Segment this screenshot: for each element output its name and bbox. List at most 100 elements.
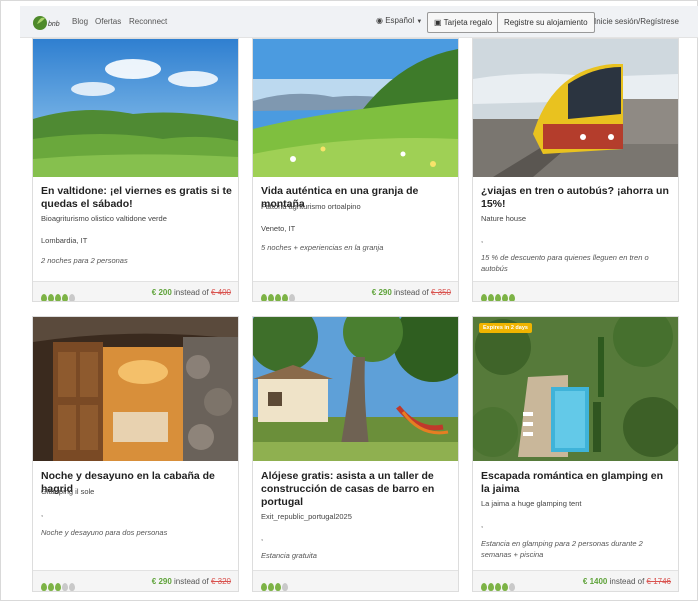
leaf-icon: [48, 583, 54, 591]
offer-description: Noche y desayuno para dos personas: [41, 528, 168, 537]
register-property-button[interactable]: Registre su alojamiento: [497, 12, 595, 33]
offer-image[interactable]: [253, 39, 458, 177]
offer-description: 15 % de descuento para quienes lleguen e…: [481, 253, 649, 273]
leaf-icon: [509, 583, 515, 591]
globe-icon: ◉: [376, 16, 383, 25]
price-instead-of: instead of: [609, 577, 645, 586]
leaf-icon: [55, 294, 61, 301]
brand-logo[interactable]: bnb: [32, 12, 62, 32]
leaf-icon: [261, 583, 267, 591]
offer-card[interactable]: Vida auténtica en una granja de montaña …: [252, 38, 459, 302]
eco-rating: [41, 578, 76, 591]
price-old: € 400: [210, 288, 231, 297]
offer-title[interactable]: Alójese gratis: asista a un taller de co…: [261, 470, 453, 509]
offer-location: Lombardia, IT: [41, 236, 88, 245]
leaf-icon: [495, 294, 501, 301]
offer-host[interactable]: Bioagriturismo olistico valtidone verde: [41, 214, 167, 223]
offer-location: ,: [481, 520, 484, 529]
leaf-icon: [41, 294, 47, 301]
leaf-icon: [62, 583, 68, 591]
offer-price: € 1400 instead of € 1746: [583, 577, 671, 586]
offer-card[interactable]: ¿viajas en tren o autobús? ¡ahorra un 15…: [472, 38, 679, 302]
offer-footer: [253, 570, 458, 591]
leaf-icon: [268, 583, 274, 591]
gift-card-button[interactable]: ▣ Tarjeta regalo: [427, 12, 500, 33]
leaf-icon: [261, 294, 267, 301]
leaf-icon: [282, 294, 288, 301]
offer-host[interactable]: Nature house: [481, 214, 526, 223]
language-selector[interactable]: ◉ Español ▼: [376, 16, 422, 25]
leaf-icon: [69, 583, 75, 591]
leaf-icon: [488, 583, 494, 591]
offer-card[interactable]: En valtidone: ¡el viernes es gratis si t…: [32, 38, 239, 302]
leaf-icon: [69, 294, 75, 301]
offer-image[interactable]: [33, 39, 238, 177]
offer-footer: € 200 instead of € 400: [33, 281, 238, 301]
language-label: Español: [385, 16, 415, 25]
offer-host[interactable]: Glamping il sole: [41, 487, 94, 496]
eco-rating: [261, 289, 296, 301]
leaf-icon: [62, 294, 68, 301]
eco-rating: [481, 289, 516, 301]
leaf-icon: [495, 583, 501, 591]
leaf-icon: [282, 583, 288, 591]
price-instead-of: instead of: [394, 288, 429, 297]
offer-host[interactable]: Exit_republic_portugal2025: [261, 512, 352, 521]
leaf-icon: [488, 294, 494, 301]
leaf-icon: [41, 583, 47, 591]
svg-text:bnb: bnb: [48, 21, 60, 28]
offer-location: ,: [261, 533, 264, 542]
offer-location: Veneto, IT: [261, 224, 296, 233]
register-property-label: Registre su alojamiento: [504, 18, 588, 27]
price-now: € 1400: [582, 577, 608, 586]
offer-footer: € 290 instead of € 320: [33, 570, 238, 591]
offer-price: € 290 instead of € 320: [152, 577, 231, 586]
offer-image[interactable]: [33, 317, 238, 461]
eco-rating: [261, 578, 289, 591]
offer-card[interactable]: Noche y desayuno en la cabaña de hagrid …: [32, 316, 239, 592]
gift-card-label: Tarjeta regalo: [443, 18, 493, 27]
login-link[interactable]: Inicie sesión/Regístrese: [594, 17, 679, 26]
nav-link-ofertas[interactable]: Ofertas: [95, 17, 121, 26]
offer-host[interactable]: La jaima a huge glamping tent: [481, 499, 582, 508]
price-now: € 200: [151, 288, 172, 297]
leaf-icon: [268, 294, 274, 301]
eco-rating: [481, 578, 516, 591]
offer-card[interactable]: Expires in 2 days Escapada romántica en …: [472, 316, 679, 592]
offer-location: ,: [41, 509, 44, 518]
top-navbar: bnb Blog Ofertas Reconnect ◉ Español ▼ ▣…: [20, 6, 698, 38]
offer-description: 5 noches + experiencias en la granja: [261, 243, 384, 252]
offer-price: € 200 instead of € 400: [152, 288, 231, 297]
leaf-icon: [502, 583, 508, 591]
price-old: € 350: [430, 288, 451, 297]
offer-image[interactable]: [253, 317, 458, 461]
leaf-icon: [289, 294, 295, 301]
leaf-icon: [275, 294, 281, 301]
nav-link-blog[interactable]: Blog: [72, 17, 88, 26]
offer-image[interactable]: Expires in 2 days: [473, 317, 678, 461]
gift-icon: ▣: [434, 18, 442, 27]
offer-image[interactable]: [473, 39, 678, 177]
offer-title[interactable]: ¿viajas en tren o autobús? ¡ahorra un 15…: [481, 185, 673, 211]
price-instead-of: instead of: [174, 577, 209, 586]
offer-description: 2 noches para 2 personas: [41, 256, 128, 265]
offer-title[interactable]: En valtidone: ¡el viernes es gratis si t…: [41, 185, 233, 211]
offer-footer: [473, 281, 678, 301]
leaf-icon: [481, 294, 487, 301]
expiry-badge: Expires in 2 days: [479, 323, 532, 333]
offer-title[interactable]: Escapada romántica en glamping en la jai…: [481, 470, 673, 496]
price-old: € 1746: [646, 577, 671, 586]
leaf-icon: [55, 583, 61, 591]
leaf-icon: [275, 583, 281, 591]
leaf-icon: [48, 294, 54, 301]
leaf-icon: [481, 583, 487, 591]
offer-location: ,: [481, 235, 484, 244]
price-now: € 290: [371, 288, 392, 297]
offer-description: Estancia gratuita: [261, 551, 317, 560]
offer-card[interactable]: Alójese gratis: asista a un taller de co…: [252, 316, 459, 592]
eco-rating: [41, 289, 76, 301]
offer-host[interactable]: Fattoria agriturismo ortoalpino: [261, 202, 361, 211]
nav-link-reconnect[interactable]: Reconnect: [129, 17, 167, 26]
offer-price: € 290 instead of € 350: [372, 288, 451, 297]
caret-down-icon: ▼: [416, 19, 423, 25]
